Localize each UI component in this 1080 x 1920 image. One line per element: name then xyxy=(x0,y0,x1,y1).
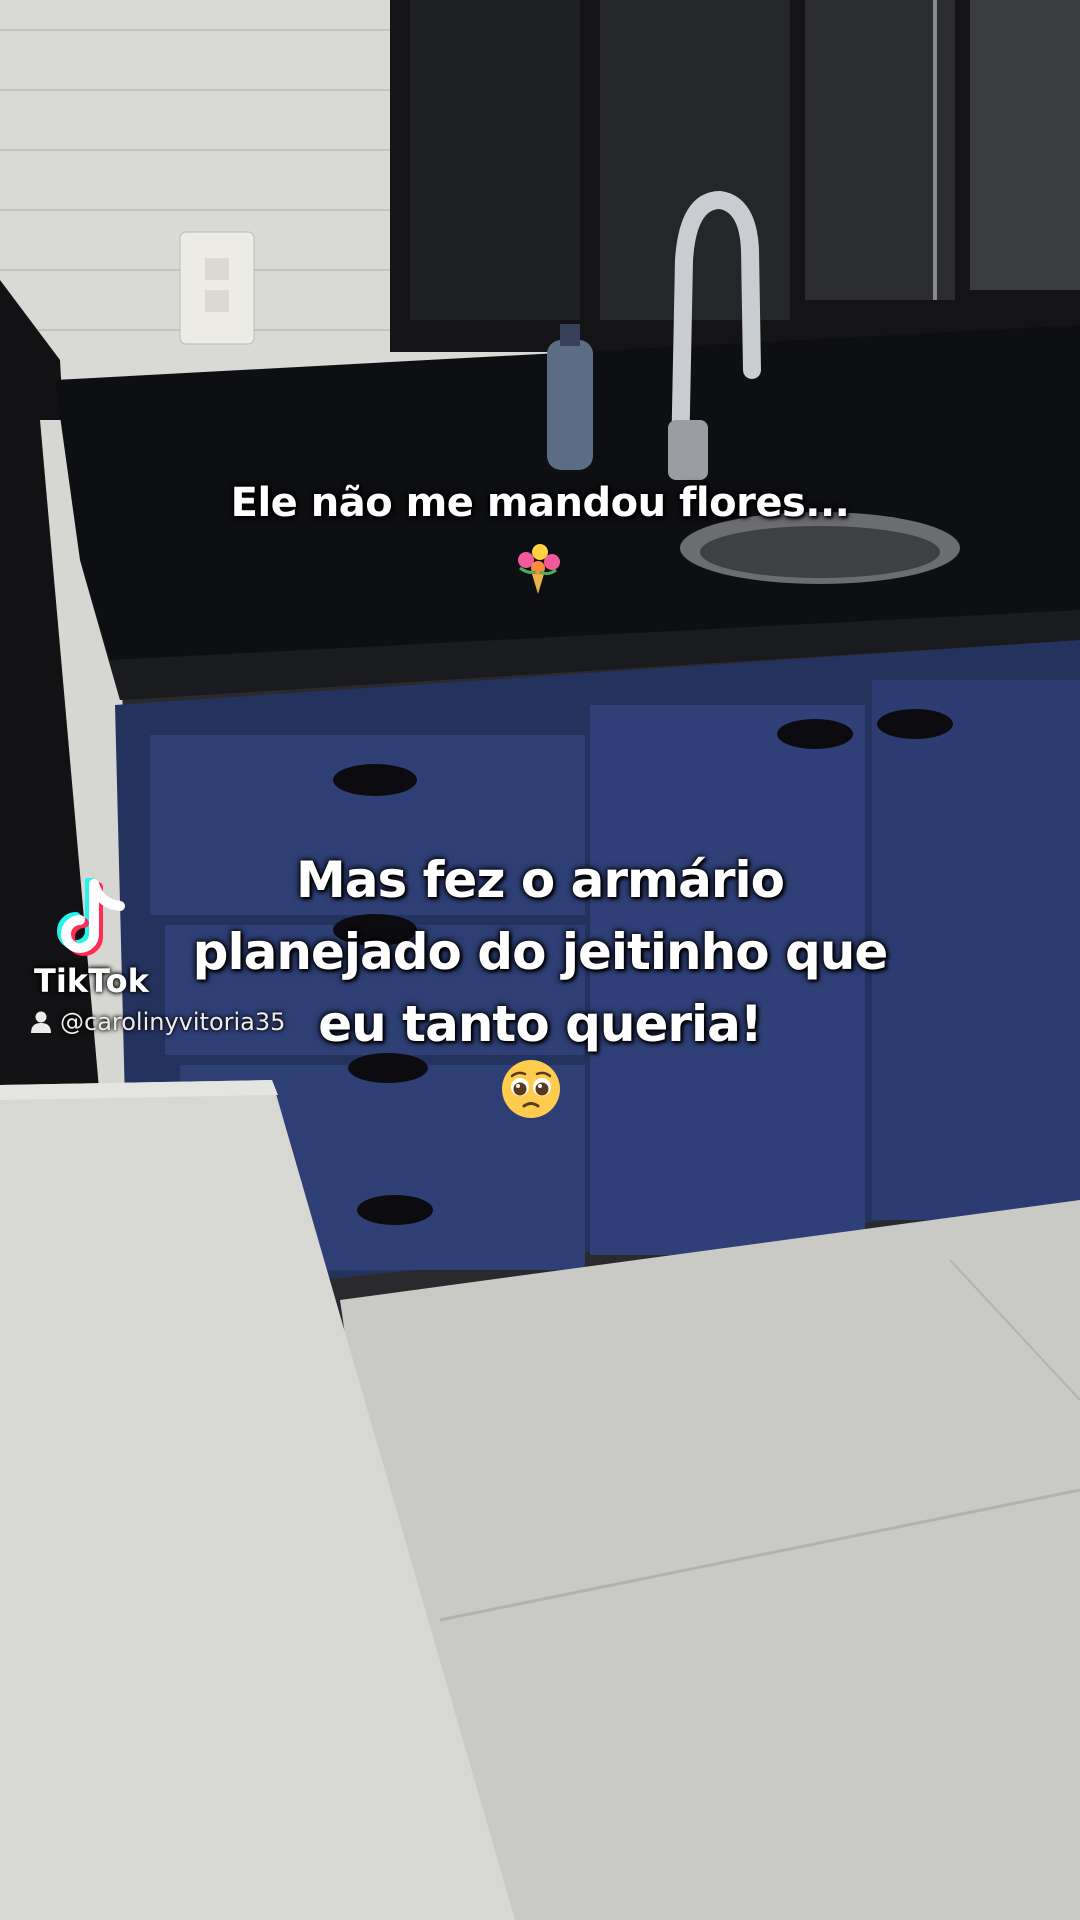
username-text: @carolinyvitoria35 xyxy=(60,1008,286,1036)
tiktok-logo-icon xyxy=(57,878,125,956)
tiktok-brand-text: TikTok xyxy=(34,962,149,1000)
detergent-bottle xyxy=(547,340,593,470)
pleading-face-emoji-icon xyxy=(502,1060,560,1118)
tiktok-watermark: TikTok @carolinyvitoria35 xyxy=(16,878,316,1038)
user-icon xyxy=(31,1011,51,1033)
watermark-username: @carolinyvitoria35 xyxy=(30,1008,285,1036)
light-switch xyxy=(179,231,255,345)
caption-top: Ele não me mandou flores... xyxy=(230,480,850,526)
bouquet-emoji-icon xyxy=(518,544,560,594)
